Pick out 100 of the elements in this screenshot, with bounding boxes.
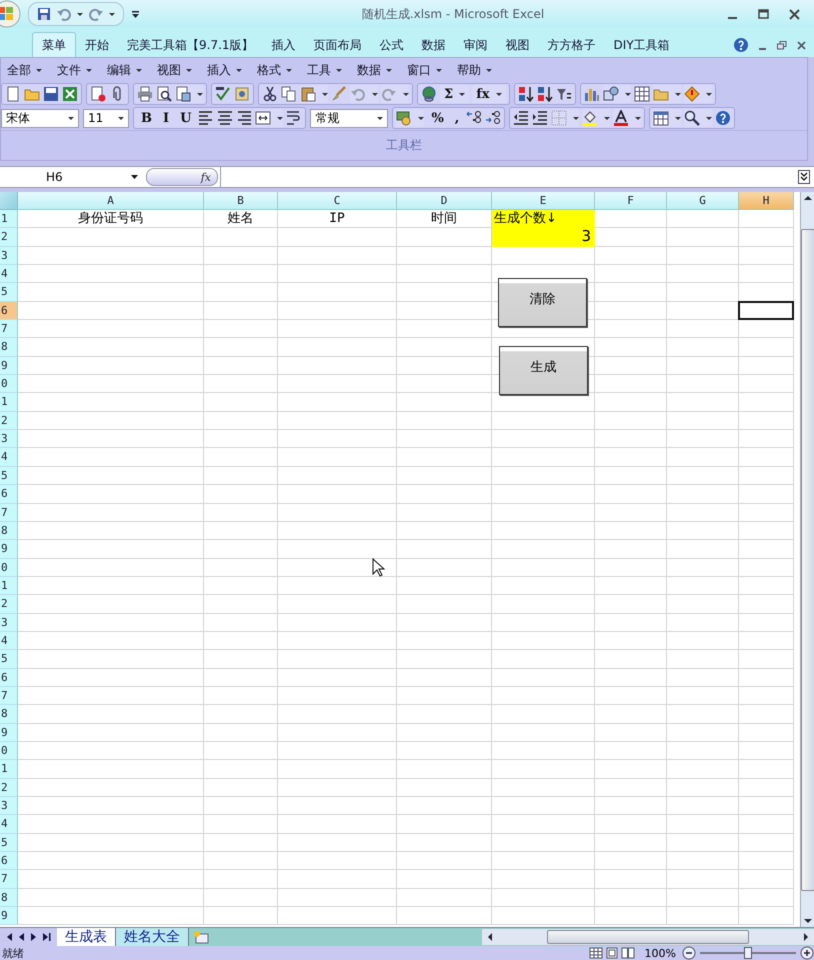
ribbon-tab[interactable]: 审阅: [454, 33, 497, 57]
toolbar-button[interactable]: [513, 109, 530, 127]
toolbar-button[interactable]: [653, 109, 682, 127]
previous-sheet-icon[interactable]: [18, 932, 25, 942]
dropdown-field[interactable]: 11: [83, 108, 129, 128]
row-header[interactable]: 8: [0, 338, 18, 357]
row-header[interactable]: 4: [0, 265, 18, 284]
column-header[interactable]: C: [278, 192, 397, 210]
ribbon-tab[interactable]: 视图: [496, 33, 539, 57]
row-header[interactable]: 7: [0, 504, 18, 522]
row-header[interactable]: 2: [0, 595, 18, 614]
row-header[interactable]: 3: [0, 797, 18, 816]
name-box[interactable]: H6: [0, 167, 142, 187]
toolbar-button[interactable]: [262, 85, 278, 103]
menu-item[interactable]: 插入: [201, 62, 251, 78]
horizontal-scrollbar[interactable]: [482, 929, 814, 945]
scroll-down-icon[interactable]: [802, 917, 812, 925]
row-header[interactable]: 3: [0, 430, 18, 448]
column-header[interactable]: G: [667, 192, 739, 210]
expand-icon[interactable]: [798, 170, 810, 184]
ribbon-tab[interactable]: DIY工具箱: [604, 33, 679, 57]
row-header[interactable]: 0: [0, 742, 18, 760]
page-break-icon[interactable]: [620, 947, 635, 959]
row-header[interactable]: 7: [0, 320, 18, 338]
undo-icon[interactable]: [57, 7, 71, 21]
row-header[interactable]: 1: [0, 210, 18, 228]
row-header[interactable]: 2: [0, 228, 18, 247]
row-header[interactable]: 6: [0, 302, 18, 320]
ribbon-tab[interactable]: 公式: [370, 33, 413, 57]
row-header[interactable]: 1: [0, 576, 18, 596]
next-sheet-icon[interactable]: [30, 932, 37, 942]
toolbar-button[interactable]: [582, 109, 610, 127]
zoom-in-icon[interactable]: [800, 946, 814, 960]
row-header[interactable]: 1: [0, 760, 18, 779]
maximize-icon[interactable]: [758, 8, 769, 20]
ribbon-tab[interactable]: 开始: [76, 33, 118, 57]
ribbon-tab[interactable]: 插入: [262, 33, 305, 57]
row-header[interactable]: 9: [0, 724, 18, 742]
function-button[interactable]: fx: [200, 170, 217, 184]
ribbon-tab[interactable]: 方方格子: [538, 33, 605, 57]
toolbar-button[interactable]: U: [176, 109, 196, 127]
last-sheet-icon[interactable]: [42, 932, 51, 942]
toolbar-button[interactable]: fx: [472, 85, 506, 103]
menu-item[interactable]: 格式: [251, 62, 301, 78]
normal-view-icon[interactable]: [588, 947, 603, 959]
row-header[interactable]: 3: [0, 614, 18, 632]
row-header[interactable]: 5: [0, 466, 18, 486]
restore-icon[interactable]: [777, 40, 787, 50]
toolbar-button[interactable]: [536, 85, 553, 103]
ribbon-tab[interactable]: 页面布局: [304, 33, 371, 57]
sheet-tab[interactable]: 姓名大全: [116, 928, 189, 946]
zoom-slider[interactable]: [700, 947, 796, 959]
row-header[interactable]: 6: [0, 668, 18, 687]
row-header[interactable]: 4: [0, 815, 18, 834]
toolbar-button[interactable]: ,: [450, 109, 464, 127]
toolbar-button[interactable]: [215, 85, 231, 103]
scroll-up-icon[interactable]: [802, 194, 812, 202]
column-header[interactable]: H: [739, 192, 794, 210]
row-header[interactable]: 4: [0, 632, 18, 650]
row-header[interactable]: 7: [0, 686, 18, 706]
ribbon-tab[interactable]: 菜单: [32, 32, 76, 57]
row-header[interactable]: 5: [0, 283, 18, 302]
row-header[interactable]: 5: [0, 650, 18, 669]
scroll-right-icon[interactable]: [802, 932, 810, 942]
save-icon[interactable]: [37, 7, 51, 21]
scroll-thumb[interactable]: [547, 930, 749, 944]
help-icon[interactable]: [734, 38, 748, 52]
column-header[interactable]: B: [204, 192, 278, 210]
dropdown-field[interactable]: 常规: [310, 108, 388, 128]
row-header[interactable]: 0: [0, 558, 18, 577]
toolbar-button[interactable]: [156, 85, 172, 103]
close-icon[interactable]: [789, 8, 800, 20]
row-header[interactable]: 9: [0, 356, 18, 376]
menu-item[interactable]: 全部: [1, 62, 51, 78]
sheet-button[interactable]: 清除: [498, 278, 587, 327]
toolbar-button[interactable]: [485, 109, 502, 127]
row-header[interactable]: 4: [0, 448, 18, 467]
toolbar-button[interactable]: Σ: [440, 85, 470, 103]
scroll-left-icon[interactable]: [486, 932, 494, 942]
toolbar-button[interactable]: [715, 109, 732, 127]
toolbar-button[interactable]: %: [427, 109, 448, 127]
row-header[interactable]: 0: [0, 375, 18, 394]
toolbar-button[interactable]: [198, 109, 214, 127]
caret-icon[interactable]: [109, 12, 115, 16]
toolbar-button[interactable]: [255, 109, 284, 127]
row-header[interactable]: 9: [0, 540, 18, 559]
menu-item[interactable]: 工具: [301, 62, 351, 78]
row-header[interactable]: 1: [0, 393, 18, 412]
row-header[interactable]: 8: [0, 705, 18, 724]
toolbar-button[interactable]: [634, 85, 650, 103]
office-button-icon[interactable]: [0, 0, 22, 28]
toolbar-button[interactable]: [613, 109, 642, 127]
toolbar-button[interactable]: [518, 85, 534, 103]
row-header[interactable]: 9: [0, 907, 18, 926]
ribbon-tab[interactable]: 数据: [412, 33, 455, 57]
redo-icon[interactable]: [89, 7, 103, 21]
row-header[interactable]: 8: [0, 888, 18, 908]
zoom-out-icon[interactable]: [682, 946, 696, 960]
row-header[interactable]: 6: [0, 485, 18, 504]
row-header[interactable]: 5: [0, 834, 18, 852]
